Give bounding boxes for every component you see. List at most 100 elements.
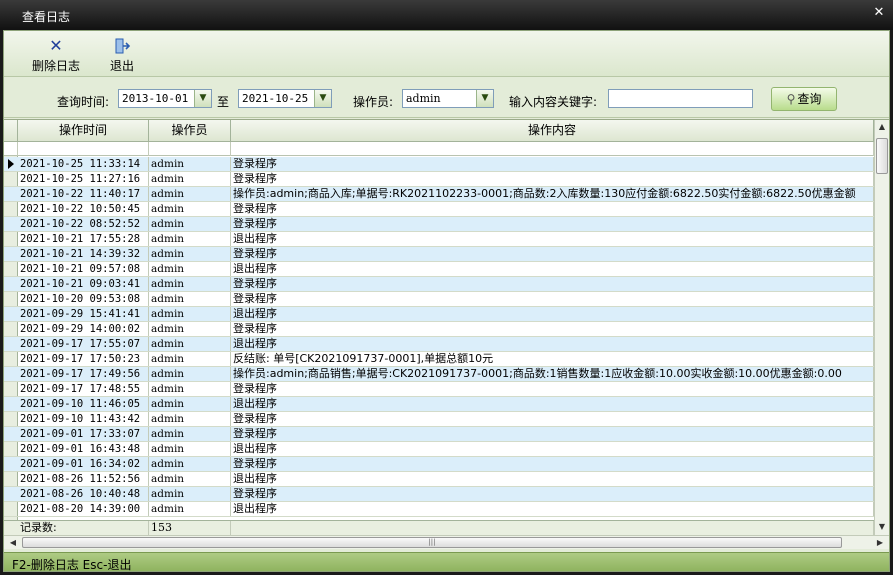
keyword-input[interactable] <box>608 89 753 108</box>
table-row[interactable]: 2021-10-21 09:03:41 admin 登录程序 <box>4 277 874 292</box>
cell-operator: admin <box>149 457 231 471</box>
cell-time: 2021-09-01 16:34:02 <box>18 457 149 471</box>
window-title: 查看日志 <box>22 10 71 24</box>
table-row[interactable]: 2021-10-22 10:50:45 admin 登录程序 <box>4 202 874 217</box>
operator-label: 操作员: <box>353 95 394 109</box>
cell-operator: admin <box>149 412 231 426</box>
operator-select[interactable]: admin ▼ <box>402 89 494 108</box>
cell-time: 2021-10-25 11:33:14 <box>18 157 149 171</box>
column-header-time[interactable]: 操作时间 <box>18 120 149 142</box>
chevron-down-icon[interactable]: ▼ <box>194 90 211 107</box>
delete-log-button[interactable]: ✕ 删除日志 <box>26 35 86 75</box>
cell-content: 退出程序 <box>231 337 874 351</box>
cell-content: 退出程序 <box>231 262 874 276</box>
table-row[interactable]: 2021-09-29 14:00:02 admin 登录程序 <box>4 322 874 337</box>
cell-time: 2021-10-21 09:03:41 <box>18 277 149 291</box>
cell-operator: admin <box>149 367 231 381</box>
operator-value: admin <box>406 92 441 105</box>
cell-content: 操作员:admin;商品入库;单据号:RK2021102233-0001;商品数… <box>231 187 874 201</box>
record-count-label: 记录数: <box>18 521 149 536</box>
table-row[interactable]: 2021-08-20 14:39:00 admin 退出程序 <box>4 502 874 517</box>
table-row[interactable]: 2021-10-25 11:27:16 admin 登录程序 <box>4 172 874 187</box>
cell-operator: admin <box>149 472 231 486</box>
start-date-picker[interactable]: 2013-10-01 ▼ <box>118 89 212 108</box>
cell-time: 2021-09-17 17:50:23 <box>18 352 149 366</box>
cell-operator: admin <box>149 337 231 351</box>
end-date-picker[interactable]: 2021-10-25 ▼ <box>238 89 332 108</box>
header-corner <box>4 120 18 142</box>
filter-cell-operator[interactable] <box>149 142 231 156</box>
table-row[interactable]: 2021-10-22 11:40:17 admin 操作员:admin;商品入库;单… <box>4 187 874 202</box>
table-row[interactable]: 2021-09-10 11:46:05 admin 退出程序 <box>4 397 874 412</box>
filter-row <box>4 142 874 156</box>
toolbar: ✕ 删除日志 退出 <box>4 31 889 77</box>
exit-button[interactable]: 退出 <box>92 35 152 75</box>
cell-operator: admin <box>149 262 231 276</box>
vertical-scroll-thumb[interactable] <box>876 138 888 174</box>
table-row[interactable]: 2021-09-01 17:33:07 admin 登录程序 <box>4 427 874 442</box>
delete-log-label: 删除日志 <box>31 59 80 73</box>
close-icon[interactable]: ✕ <box>871 5 887 21</box>
cell-operator: admin <box>149 352 231 366</box>
cell-time: 2021-08-26 11:52:56 <box>18 472 149 486</box>
table-row[interactable]: 2021-09-29 15:41:41 admin 退出程序 <box>4 307 874 322</box>
cell-time: 2021-09-29 15:41:41 <box>18 307 149 321</box>
cell-content: 退出程序 <box>231 442 874 456</box>
query-button[interactable]: ⚲ 查询 <box>771 87 837 111</box>
cell-content: 登录程序 <box>231 427 874 441</box>
horizontal-scrollbar[interactable]: ◀ ||| ▶ <box>4 535 889 549</box>
table-row[interactable]: 2021-10-22 08:52:52 admin 登录程序 <box>4 217 874 232</box>
table-row[interactable]: 2021-10-20 09:53:08 admin 登录程序 <box>4 292 874 307</box>
table-row[interactable]: 2021-09-01 16:43:48 admin 退出程序 <box>4 442 874 457</box>
table-header: 操作时间 操作员 操作内容 <box>4 120 874 142</box>
chevron-down-icon[interactable]: ▼ <box>314 90 331 107</box>
cell-time: 2021-09-29 14:00:02 <box>18 322 149 336</box>
cell-time: 2021-09-17 17:55:07 <box>18 337 149 351</box>
cell-operator: admin <box>149 292 231 306</box>
cell-content: 登录程序 <box>231 247 874 261</box>
table-row[interactable]: 2021-09-17 17:50:23 admin 反结账: 单号[CK202109… <box>4 352 874 367</box>
table-row[interactable]: 2021-09-17 17:55:07 admin 退出程序 <box>4 337 874 352</box>
cell-content: 退出程序 <box>231 397 874 411</box>
cell-time: 2021-09-10 11:43:42 <box>18 412 149 426</box>
record-count-value: 153 <box>149 521 231 536</box>
scroll-right-icon[interactable]: ▶ <box>873 536 887 549</box>
table-row[interactable]: 2021-10-21 09:57:08 admin 退出程序 <box>4 262 874 277</box>
table-row[interactable]: 2021-09-01 16:34:02 admin 登录程序 <box>4 457 874 472</box>
cell-time: 2021-10-25 11:27:16 <box>18 172 149 186</box>
cell-time: 2021-08-20 14:39:00 <box>18 502 149 516</box>
filter-bar: 查询时间: 2013-10-01 ▼ 至 2021-10-25 ▼ 操作员: a… <box>4 78 889 118</box>
filter-cell-content[interactable] <box>231 142 874 156</box>
table-row[interactable]: 2021-09-17 17:48:55 admin 登录程序 <box>4 382 874 397</box>
cell-time: 2021-10-22 08:52:52 <box>18 217 149 231</box>
title-bar: 查看日志 ✕ <box>0 0 893 30</box>
cell-content: 登录程序 <box>231 322 874 336</box>
table-row[interactable]: 2021-10-21 17:55:28 admin 退出程序 <box>4 232 874 247</box>
chevron-down-icon[interactable]: ▼ <box>476 90 493 107</box>
exit-door-icon <box>113 37 131 55</box>
column-header-content[interactable]: 操作内容 <box>231 120 874 142</box>
cell-operator: admin <box>149 217 231 231</box>
table-row[interactable]: 2021-10-21 14:39:32 admin 登录程序 <box>4 247 874 262</box>
table-row[interactable]: 2021-09-10 11:43:42 admin 登录程序 <box>4 412 874 427</box>
table-row[interactable]: 2021-09-17 17:49:56 admin 操作员:admin;商品销售;单… <box>4 367 874 382</box>
vertical-scrollbar[interactable]: ▲ ▼ <box>874 120 889 536</box>
cell-time: 2021-09-17 17:48:55 <box>18 382 149 396</box>
cell-operator: admin <box>149 277 231 291</box>
query-time-label: 查询时间: <box>57 95 110 109</box>
horizontal-scroll-thumb[interactable]: ||| <box>22 537 842 548</box>
scroll-up-icon[interactable]: ▲ <box>875 120 889 134</box>
scroll-left-icon[interactable]: ◀ <box>6 536 20 549</box>
cell-operator: admin <box>149 247 231 261</box>
table-row[interactable]: 2021-10-25 11:33:14 admin 登录程序 <box>4 157 874 172</box>
to-label: 至 <box>217 95 230 109</box>
cell-operator: admin <box>149 382 231 396</box>
filter-cell-time[interactable] <box>18 142 149 156</box>
table-row[interactable]: 2021-08-26 10:40:48 admin 登录程序 <box>4 487 874 502</box>
exit-label: 退出 <box>109 59 134 73</box>
table-row[interactable]: 2021-08-26 11:52:56 admin 退出程序 <box>4 472 874 487</box>
cell-content: 退出程序 <box>231 472 874 486</box>
column-header-operator[interactable]: 操作员 <box>149 120 231 142</box>
scroll-down-icon[interactable]: ▼ <box>875 520 889 534</box>
cell-time: 2021-09-17 17:49:56 <box>18 367 149 381</box>
